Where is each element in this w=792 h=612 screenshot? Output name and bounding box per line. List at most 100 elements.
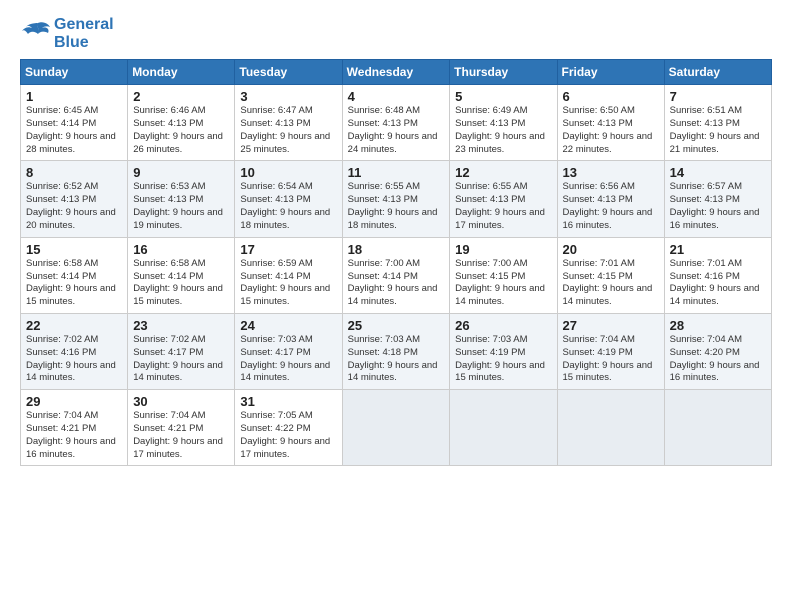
table-row: 11Sunrise: 6:55 AMSunset: 4:13 PMDayligh… (342, 161, 450, 237)
logo-bird-icon (20, 21, 52, 47)
cell-info: Sunrise: 6:46 AMSunset: 4:13 PMDaylight:… (133, 105, 229, 156)
table-row: 21Sunrise: 7:01 AMSunset: 4:16 PMDayligh… (664, 237, 771, 313)
cell-info: Sunrise: 7:00 AMSunset: 4:15 PMDaylight:… (455, 258, 551, 309)
day-number: 31 (240, 394, 336, 409)
cell-info: Sunrise: 7:03 AMSunset: 4:17 PMDaylight:… (240, 334, 336, 385)
table-row: 5Sunrise: 6:49 AMSunset: 4:13 PMDaylight… (450, 85, 557, 161)
day-number: 15 (26, 242, 122, 257)
cell-info: Sunrise: 6:51 AMSunset: 4:13 PMDaylight:… (670, 105, 766, 156)
table-row: 30Sunrise: 7:04 AMSunset: 4:21 PMDayligh… (128, 390, 235, 466)
logo-blue-text: Blue (54, 34, 114, 52)
table-row: 8Sunrise: 6:52 AMSunset: 4:13 PMDaylight… (21, 161, 128, 237)
day-number: 9 (133, 165, 229, 180)
col-sunday: Sunday (21, 60, 128, 85)
table-row: 29Sunrise: 7:04 AMSunset: 4:21 PMDayligh… (21, 390, 128, 466)
table-row: 15Sunrise: 6:58 AMSunset: 4:14 PMDayligh… (21, 237, 128, 313)
col-saturday: Saturday (664, 60, 771, 85)
day-number: 19 (455, 242, 551, 257)
table-row: 25Sunrise: 7:03 AMSunset: 4:18 PMDayligh… (342, 313, 450, 389)
logo: General Blue (20, 16, 114, 51)
calendar-week-row: 22Sunrise: 7:02 AMSunset: 4:16 PMDayligh… (21, 313, 772, 389)
day-number: 2 (133, 89, 229, 104)
logo-general-text: General (54, 16, 114, 34)
table-row: 23Sunrise: 7:02 AMSunset: 4:17 PMDayligh… (128, 313, 235, 389)
day-number: 26 (455, 318, 551, 333)
cell-info: Sunrise: 6:58 AMSunset: 4:14 PMDaylight:… (133, 258, 229, 309)
table-row: 18Sunrise: 7:00 AMSunset: 4:14 PMDayligh… (342, 237, 450, 313)
day-number: 3 (240, 89, 336, 104)
day-number: 16 (133, 242, 229, 257)
day-number: 29 (26, 394, 122, 409)
table-row: 9Sunrise: 6:53 AMSunset: 4:13 PMDaylight… (128, 161, 235, 237)
day-number: 12 (455, 165, 551, 180)
cell-info: Sunrise: 6:47 AMSunset: 4:13 PMDaylight:… (240, 105, 336, 156)
table-row: 31Sunrise: 7:05 AMSunset: 4:22 PMDayligh… (235, 390, 342, 466)
header: General Blue (20, 16, 772, 51)
calendar-header-row: Sunday Monday Tuesday Wednesday Thursday… (21, 60, 772, 85)
page: General Blue Sunday Monday Tuesday Wedne… (0, 0, 792, 612)
day-number: 4 (348, 89, 445, 104)
cell-info: Sunrise: 6:58 AMSunset: 4:14 PMDaylight:… (26, 258, 122, 309)
cell-info: Sunrise: 7:00 AMSunset: 4:14 PMDaylight:… (348, 258, 445, 309)
day-number: 13 (563, 165, 659, 180)
cell-info: Sunrise: 7:01 AMSunset: 4:15 PMDaylight:… (563, 258, 659, 309)
cell-info: Sunrise: 7:02 AMSunset: 4:17 PMDaylight:… (133, 334, 229, 385)
day-number: 21 (670, 242, 766, 257)
day-number: 14 (670, 165, 766, 180)
table-row: 28Sunrise: 7:04 AMSunset: 4:20 PMDayligh… (664, 313, 771, 389)
table-row: 24Sunrise: 7:03 AMSunset: 4:17 PMDayligh… (235, 313, 342, 389)
table-row: 26Sunrise: 7:03 AMSunset: 4:19 PMDayligh… (450, 313, 557, 389)
table-row: 22Sunrise: 7:02 AMSunset: 4:16 PMDayligh… (21, 313, 128, 389)
col-thursday: Thursday (450, 60, 557, 85)
day-number: 11 (348, 165, 445, 180)
cell-info: Sunrise: 7:03 AMSunset: 4:19 PMDaylight:… (455, 334, 551, 385)
table-row: 2Sunrise: 6:46 AMSunset: 4:13 PMDaylight… (128, 85, 235, 161)
table-row: 17Sunrise: 6:59 AMSunset: 4:14 PMDayligh… (235, 237, 342, 313)
cell-info: Sunrise: 7:04 AMSunset: 4:20 PMDaylight:… (670, 334, 766, 385)
table-row (664, 390, 771, 466)
cell-info: Sunrise: 6:56 AMSunset: 4:13 PMDaylight:… (563, 181, 659, 232)
table-row: 14Sunrise: 6:57 AMSunset: 4:13 PMDayligh… (664, 161, 771, 237)
table-row (450, 390, 557, 466)
cell-info: Sunrise: 7:04 AMSunset: 4:21 PMDaylight:… (133, 410, 229, 461)
cell-info: Sunrise: 7:04 AMSunset: 4:21 PMDaylight:… (26, 410, 122, 461)
table-row: 13Sunrise: 6:56 AMSunset: 4:13 PMDayligh… (557, 161, 664, 237)
cell-info: Sunrise: 6:48 AMSunset: 4:13 PMDaylight:… (348, 105, 445, 156)
cell-info: Sunrise: 6:49 AMSunset: 4:13 PMDaylight:… (455, 105, 551, 156)
table-row: 19Sunrise: 7:00 AMSunset: 4:15 PMDayligh… (450, 237, 557, 313)
day-number: 28 (670, 318, 766, 333)
table-row: 12Sunrise: 6:55 AMSunset: 4:13 PMDayligh… (450, 161, 557, 237)
table-row: 16Sunrise: 6:58 AMSunset: 4:14 PMDayligh… (128, 237, 235, 313)
day-number: 6 (563, 89, 659, 104)
cell-info: Sunrise: 7:04 AMSunset: 4:19 PMDaylight:… (563, 334, 659, 385)
cell-info: Sunrise: 7:05 AMSunset: 4:22 PMDaylight:… (240, 410, 336, 461)
cell-info: Sunrise: 6:54 AMSunset: 4:13 PMDaylight:… (240, 181, 336, 232)
table-row: 1Sunrise: 6:45 AMSunset: 4:14 PMDaylight… (21, 85, 128, 161)
table-row (557, 390, 664, 466)
calendar-week-row: 29Sunrise: 7:04 AMSunset: 4:21 PMDayligh… (21, 390, 772, 466)
cell-info: Sunrise: 6:59 AMSunset: 4:14 PMDaylight:… (240, 258, 336, 309)
cell-info: Sunrise: 6:57 AMSunset: 4:13 PMDaylight:… (670, 181, 766, 232)
cell-info: Sunrise: 6:53 AMSunset: 4:13 PMDaylight:… (133, 181, 229, 232)
cell-info: Sunrise: 6:52 AMSunset: 4:13 PMDaylight:… (26, 181, 122, 232)
day-number: 22 (26, 318, 122, 333)
table-row: 6Sunrise: 6:50 AMSunset: 4:13 PMDaylight… (557, 85, 664, 161)
day-number: 25 (348, 318, 445, 333)
day-number: 20 (563, 242, 659, 257)
day-number: 23 (133, 318, 229, 333)
calendar-week-row: 15Sunrise: 6:58 AMSunset: 4:14 PMDayligh… (21, 237, 772, 313)
day-number: 8 (26, 165, 122, 180)
day-number: 10 (240, 165, 336, 180)
day-number: 1 (26, 89, 122, 104)
table-row: 20Sunrise: 7:01 AMSunset: 4:15 PMDayligh… (557, 237, 664, 313)
cell-info: Sunrise: 7:03 AMSunset: 4:18 PMDaylight:… (348, 334, 445, 385)
cell-info: Sunrise: 7:02 AMSunset: 4:16 PMDaylight:… (26, 334, 122, 385)
day-number: 18 (348, 242, 445, 257)
col-monday: Monday (128, 60, 235, 85)
calendar-week-row: 8Sunrise: 6:52 AMSunset: 4:13 PMDaylight… (21, 161, 772, 237)
cell-info: Sunrise: 6:45 AMSunset: 4:14 PMDaylight:… (26, 105, 122, 156)
day-number: 5 (455, 89, 551, 104)
table-row: 27Sunrise: 7:04 AMSunset: 4:19 PMDayligh… (557, 313, 664, 389)
cell-info: Sunrise: 6:55 AMSunset: 4:13 PMDaylight:… (348, 181, 445, 232)
day-number: 30 (133, 394, 229, 409)
